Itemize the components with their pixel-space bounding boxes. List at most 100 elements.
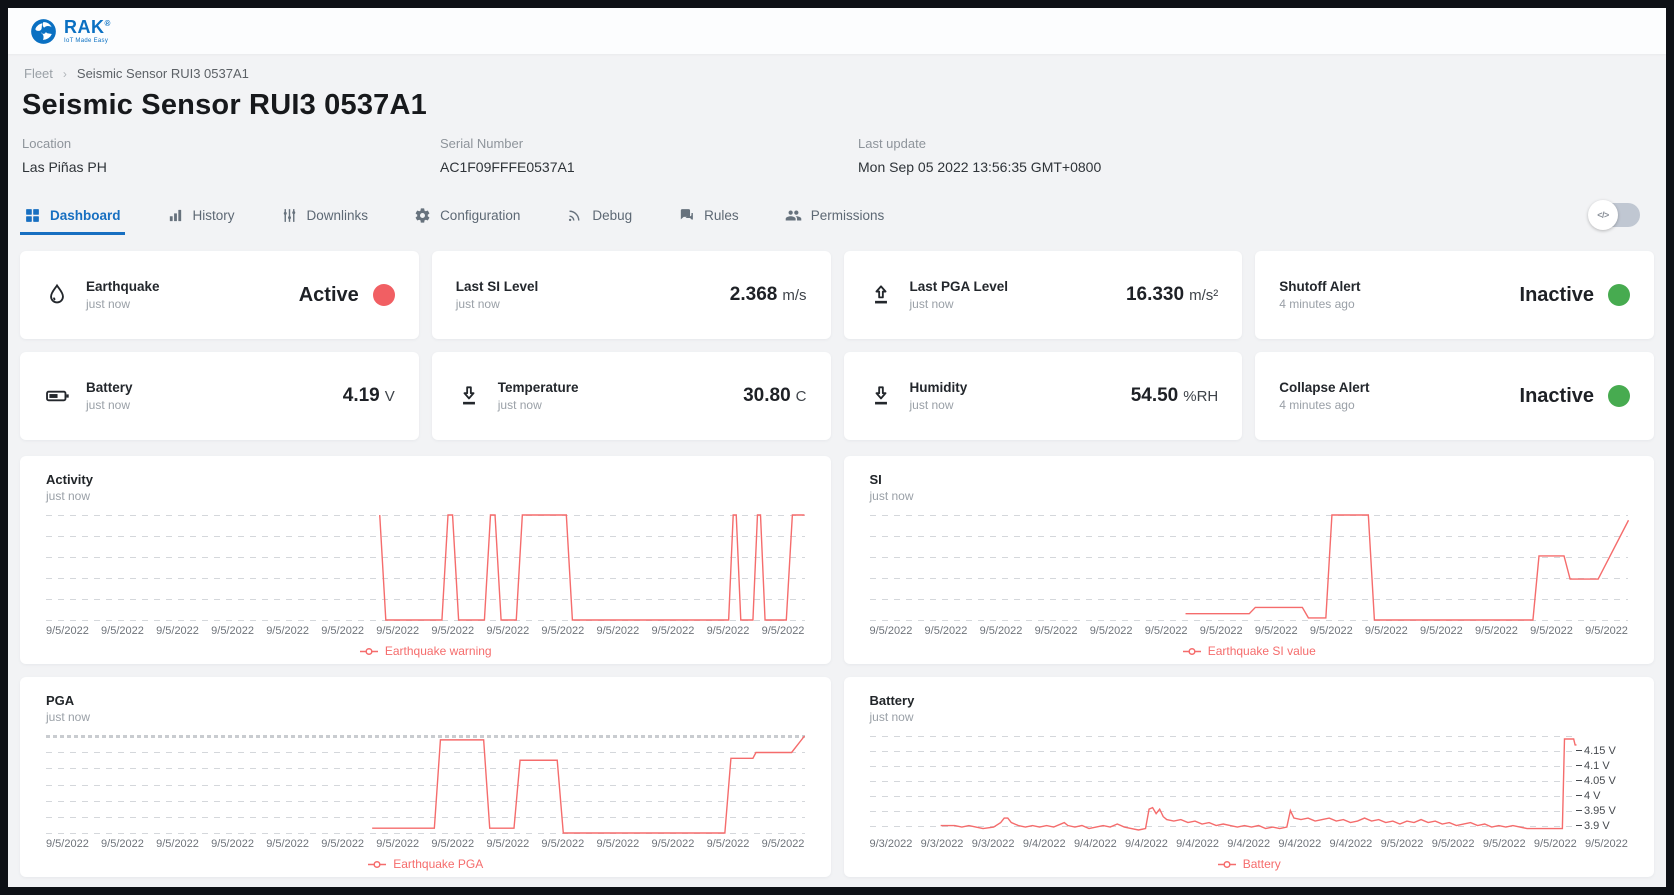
tab-label: Permissions	[810, 207, 885, 223]
x-axis-label: 9/5/2022	[1199, 625, 1243, 637]
tab-label: Configuration	[440, 207, 521, 223]
tab-label: Dashboard	[50, 207, 121, 223]
x-axis-labels: 9/5/2022 9/5/2022 9/5/2022 9/5/2022 9/5/2022…	[46, 838, 805, 850]
x-axis-label: 9/4/2022	[1329, 838, 1373, 850]
chart-plot-area: 4.15 V 4.1 V 4.05 V 4 V 3.95 V 3.9 V	[869, 736, 1616, 833]
download-icon	[868, 383, 894, 409]
tab-label: Debug	[592, 207, 633, 223]
x-axis-label: 9/5/2022	[431, 625, 475, 637]
x-axis-label: 9/5/2022	[156, 625, 199, 637]
status-dot	[372, 284, 395, 306]
x-axis-label: 9/5/2022	[1380, 838, 1424, 850]
card-title: Last PGA Level	[909, 279, 1009, 294]
x-axis-label: 9/4/2022	[1227, 838, 1271, 850]
x-axis-label: 9/4/2022	[1176, 838, 1219, 850]
chart-card-pga: PGA just now 9/5/2022 9/5/2022 9/5/2022 9/5/2…	[20, 677, 831, 877]
bar-chart-icon	[167, 207, 184, 224]
meta-last-update: Last update Mon Sep 05 2022 13:56:35 GMT…	[858, 136, 1276, 175]
card-value: 54.50	[1130, 385, 1179, 406]
chart-title: Activity	[46, 472, 93, 487]
y-axis-tick: 4 V	[1576, 790, 1601, 802]
chart-card-si: SI just now 9/5/2022 9/5/2022 9/5/2022 9/5/20…	[843, 456, 1654, 664]
x-axis-label: 9/5/2022	[541, 838, 585, 850]
chart-series-pga	[46, 736, 805, 833]
x-axis-label: 9/5/2022	[376, 838, 420, 850]
x-axis-label: 9/5/2022	[1419, 625, 1463, 637]
status-card-last-pga-level: Last PGA Level just now 16.330 m/s²	[843, 251, 1243, 339]
x-axis-label: 9/5/2022	[1533, 838, 1577, 850]
breadcrumb-separator: ›	[62, 66, 67, 81]
tab-history[interactable]: History	[165, 195, 237, 235]
card-title: Temperature	[497, 380, 579, 395]
x-axis-label: 9/5/2022	[1585, 625, 1628, 637]
tab-dashboard[interactable]: Dashboard	[20, 195, 125, 235]
chart-legend-earthquake-si-value[interactable]: Earthquake SI value	[870, 644, 1629, 658]
card-unit: m/s²	[1189, 286, 1219, 304]
x-axis-label: 9/5/2022	[1482, 838, 1526, 850]
x-axis-label: 9/5/2022	[266, 838, 310, 850]
x-axis-label: 9/5/2022	[211, 838, 254, 850]
device-meta: Location Las Piñas PH Serial Number AC1F…	[20, 136, 1654, 175]
x-axis-labels: 9/5/2022 9/5/2022 9/5/2022 9/5/2022 9/5/2022…	[870, 625, 1629, 637]
card-value: 4.19	[342, 385, 380, 406]
tab-rules[interactable]: Rules	[676, 195, 741, 235]
x-axis-label: 9/5/2022	[706, 838, 750, 850]
x-axis-label: 9/5/2022	[651, 625, 695, 637]
rak-logo[interactable]: RAK® IoT Made Easy	[30, 18, 111, 45]
status-text: Active	[298, 283, 359, 306]
chart-title: Battery	[869, 693, 915, 708]
brand-name: RAK®	[64, 17, 111, 37]
tab-bar: Dashboard History Downlinks Configuration De…	[20, 195, 1654, 235]
meta-label: Location	[22, 136, 72, 151]
status-card-grid: Earthquake just now Active Last SI Level jus…	[20, 251, 1654, 440]
breadcrumb-fleet-link[interactable]: Fleet	[24, 66, 53, 81]
chart-card-battery: Battery just now 4.15 V 4.1 V 4.05 V 4 V 3.95 …	[843, 677, 1654, 877]
x-axis-label: 9/5/2022	[101, 838, 144, 850]
tab-label: History	[192, 207, 235, 223]
chart-legend-earthquake-pga[interactable]: Earthquake PGA	[46, 857, 805, 871]
chart-legend-earthquake-warning[interactable]: Earthquake warning	[46, 644, 805, 658]
meta-value: AC1F09FFFE0537A1	[440, 159, 575, 175]
y-axis-tick: 3.9 V	[1576, 820, 1610, 832]
card-value: 2.368	[729, 284, 778, 305]
card-title: Battery	[86, 380, 133, 395]
series-line	[1185, 515, 1628, 620]
tab-downlinks[interactable]: Downlinks	[279, 195, 371, 235]
x-axis-label: 9/5/2022	[266, 625, 310, 637]
x-axis-label: 9/5/2022	[431, 838, 475, 850]
app-window: RAK® IoT Made Easy Fleet › Seismic Senso…	[8, 8, 1666, 887]
meta-value: Mon Sep 05 2022 13:56:35 GMT+0800	[858, 159, 1102, 175]
meta-label: Serial Number	[440, 136, 524, 151]
tab-label: Rules	[704, 207, 739, 223]
meta-label: Last update	[858, 136, 926, 151]
x-axis-label: 9/5/2022	[1144, 625, 1188, 637]
breadcrumb: Fleet › Seismic Sensor RUI3 0537A1	[20, 66, 1654, 81]
tab-permissions[interactable]: Permissions	[783, 195, 887, 235]
chart-title: PGA	[46, 693, 75, 708]
meta-serial-number: Serial Number AC1F09FFFE0537A1	[440, 136, 858, 175]
x-axis-label: 9/5/2022	[486, 838, 530, 850]
download-icon	[456, 383, 482, 409]
tab-label: Downlinks	[306, 207, 369, 223]
tab-configuration[interactable]: Configuration	[412, 195, 522, 235]
series-line	[372, 736, 804, 833]
x-axis-label: 9/5/2022	[924, 625, 968, 637]
chart-title: SI	[869, 472, 882, 487]
tab-debug[interactable]: Debug	[564, 195, 634, 235]
x-axis-label: 9/5/2022	[46, 625, 89, 637]
x-axis-label: 9/5/2022	[376, 625, 420, 637]
x-axis-label: 9/5/2022	[1309, 625, 1353, 637]
chart-plot-area	[46, 735, 805, 834]
status-card-shutoff-alert: Shutoff Alert 4 minutes ago Inactive	[1255, 251, 1654, 339]
status-card-temperature: Temperature just now 30.80 C	[431, 352, 831, 440]
x-axis-label: 9/5/2022	[596, 838, 640, 850]
code-view-toggle[interactable]: </>	[1588, 200, 1640, 230]
x-axis-label: 9/5/2022	[1431, 838, 1475, 850]
chart-legend-battery[interactable]: Battery	[870, 857, 1629, 871]
x-axis-label: 9/5/2022	[1530, 625, 1573, 637]
status-card-collapse-alert: Collapse Alert 4 minutes ago Inactive	[1255, 352, 1654, 440]
card-unit: %RH	[1183, 387, 1219, 405]
card-title: Humidity	[909, 380, 968, 395]
x-axis-label: 9/5/2022	[1585, 838, 1628, 850]
upload-icon	[868, 282, 894, 308]
